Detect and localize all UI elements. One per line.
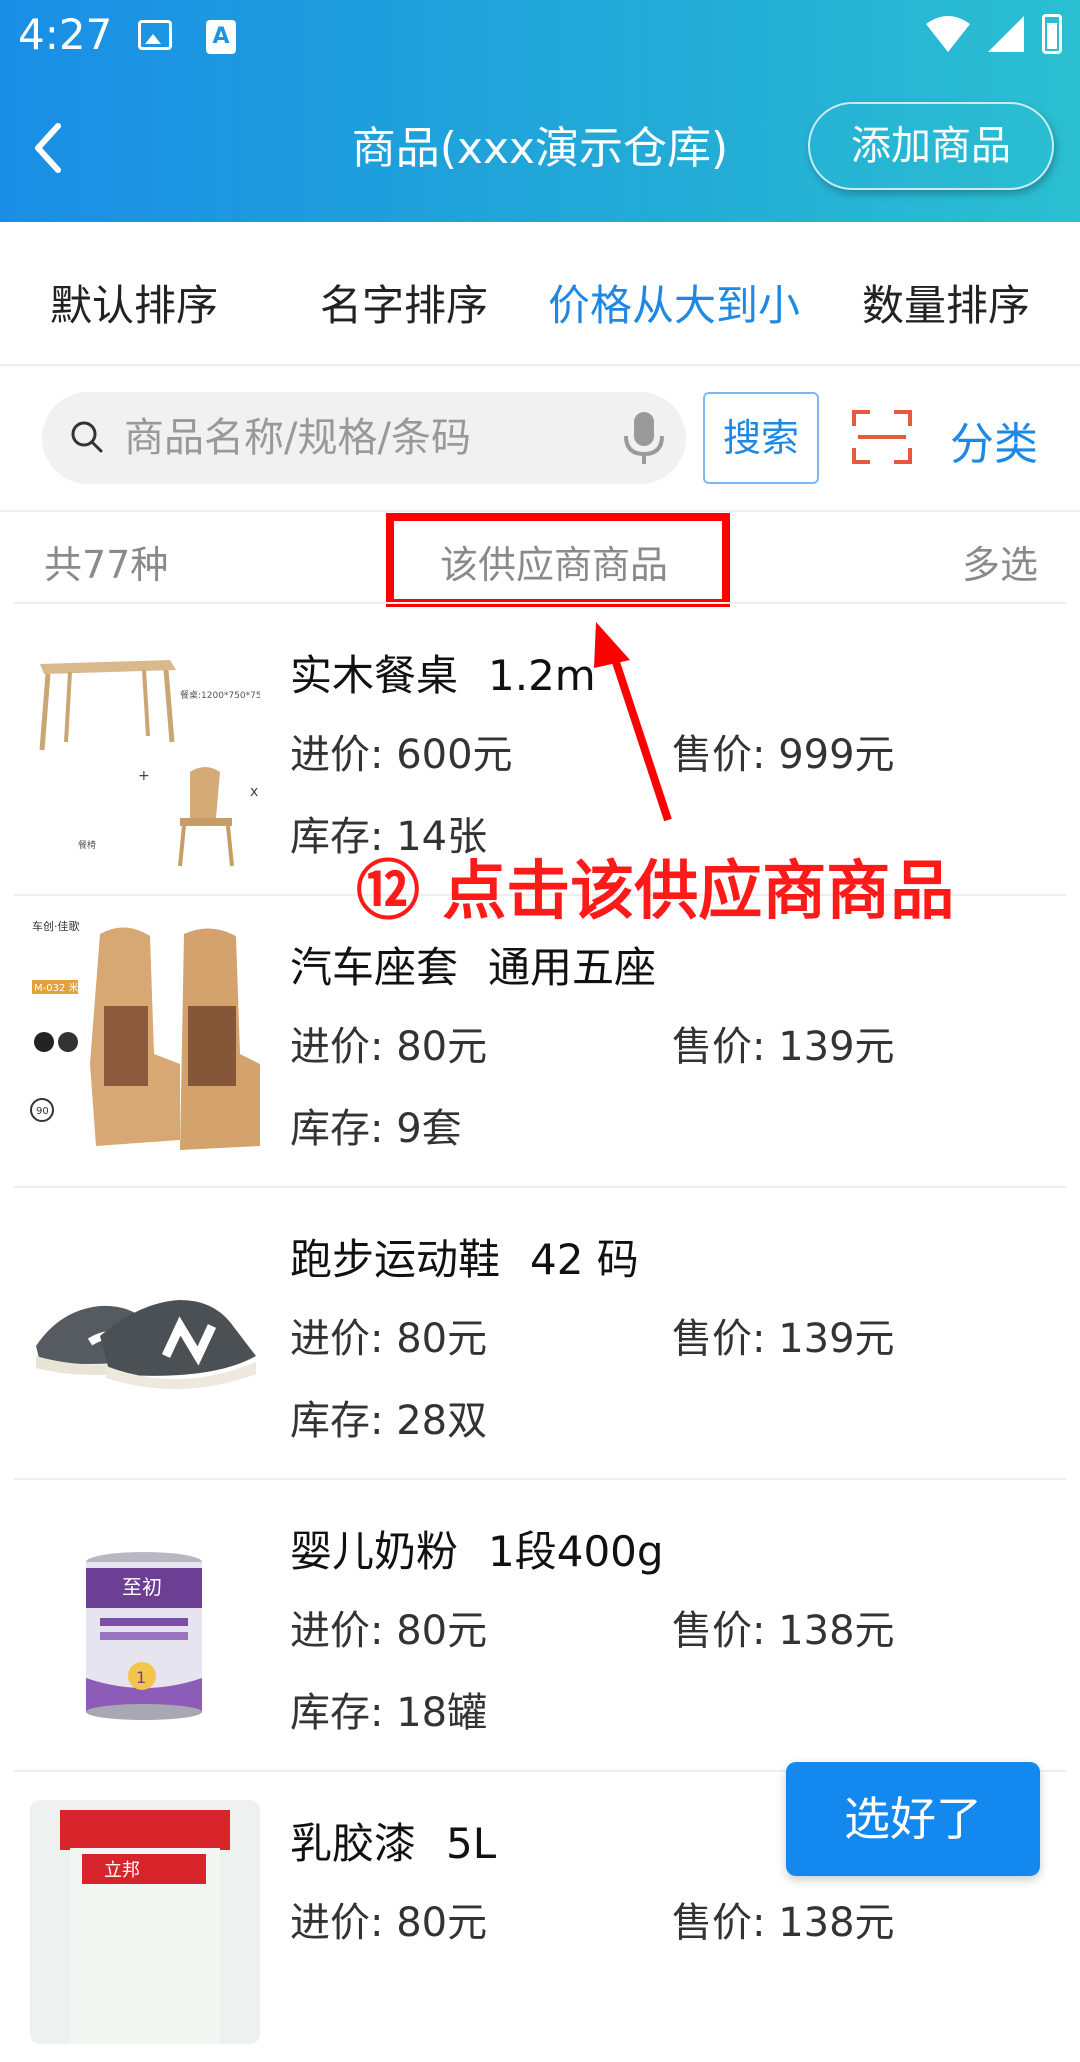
product-image-table: 餐桌:1200*750*750mm + x 餐椅: [30, 622, 260, 876]
status-icons: [926, 14, 1062, 54]
product-cost: 进价: 600元: [290, 732, 513, 778]
product-cost: 进价: 80元: [290, 1316, 488, 1362]
svg-text:车创·佳歌: 车创·佳歌: [32, 919, 80, 933]
product-stock: 库存: 18罐: [290, 1690, 488, 1736]
product-price: 售价: 138元: [672, 1900, 895, 1946]
done-button[interactable]: 选好了: [786, 1762, 1040, 1876]
microphone-icon[interactable]: [622, 410, 666, 466]
search-input[interactable]: [124, 392, 604, 484]
product-name: 跑步运动鞋 42 码: [290, 1235, 639, 1284]
product-cost: 进价: 80元: [290, 1900, 488, 1946]
app-notification-icon: A: [206, 20, 236, 54]
product-cost: 进价: 80元: [290, 1024, 488, 1070]
svg-text:x: x: [250, 784, 258, 800]
search-box[interactable]: [42, 392, 686, 484]
signal-icon: [988, 16, 1024, 52]
tab-default-sort[interactable]: 默认排序: [50, 272, 218, 333]
search-icon: [71, 421, 103, 453]
app-header: 4:27 A 商品(xxx演示仓库) 添加商品: [0, 0, 1080, 222]
list-item[interactable]: 至初 1 婴儿奶粉 1段400g 进价: 80元 售价: 138元 库存: 18罐: [14, 1478, 1066, 1770]
svg-text:1: 1: [136, 1668, 146, 1687]
search-row: 搜索 分类: [0, 364, 1080, 512]
svg-text:90: 90: [36, 1106, 49, 1117]
tab-name-sort[interactable]: 名字排序: [320, 272, 488, 333]
product-image-caption: 餐桌:1200*750*750mm: [180, 689, 260, 701]
product-image-running-shoes: [30, 1206, 260, 1460]
multi-select-button[interactable]: 多选: [962, 534, 1038, 589]
scan-icon[interactable]: [852, 408, 912, 466]
product-cost: 进价: 80元: [290, 1608, 488, 1654]
product-image-caption: 至初: [122, 1575, 162, 1599]
status-time: 4:27: [18, 10, 113, 59]
product-image-caption: 立邦: [104, 1860, 140, 1881]
annotation-text: ⑫ 点击该供应商商品: [356, 855, 955, 929]
product-price: 售价: 139元: [672, 1316, 895, 1362]
search-button[interactable]: 搜索: [703, 392, 819, 484]
list-item[interactable]: 车创·佳歌 M-032 米色 90 汽车座套 通用五座 进价: 80元 售价: 1…: [14, 894, 1066, 1186]
product-image-latex-paint: 立邦: [30, 1790, 260, 2044]
product-image-car-seat: 车创·佳歌 M-032 米色 90: [30, 914, 260, 1168]
product-count: 共77种: [44, 543, 169, 587]
annotation-highlight-box: [386, 513, 730, 607]
product-price: 售价: 138元: [672, 1608, 895, 1654]
gallery-icon: [138, 20, 172, 50]
product-price: 售价: 999元: [672, 732, 895, 778]
product-stock: 库存: 9套: [290, 1106, 462, 1152]
tab-price-desc-sort[interactable]: 价格从大到小: [548, 272, 800, 333]
product-price: 售价: 139元: [672, 1024, 895, 1070]
product-name: 婴儿奶粉 1段400g: [290, 1527, 664, 1576]
product-name: 实木餐桌 1.2m: [290, 651, 596, 700]
svg-text:餐椅: 餐椅: [78, 839, 96, 851]
product-image-caption: M-032 米色: [34, 981, 89, 994]
product-stock: 库存: 28双: [290, 1398, 488, 1444]
svg-text:+: +: [138, 768, 150, 784]
sort-tabs: 默认排序 名字排序 价格从大到小 数量排序: [0, 222, 1080, 366]
product-image-milk-powder: 至初 1: [30, 1498, 260, 1752]
tab-quantity-sort[interactable]: 数量排序: [862, 272, 1030, 333]
battery-icon: [1042, 14, 1062, 54]
wifi-icon: [926, 16, 970, 52]
product-name: 汽车座套 通用五座: [290, 943, 657, 992]
list-item[interactable]: 跑步运动鞋 42 码 进价: 80元 售价: 139元 库存: 28双: [14, 1186, 1066, 1478]
category-button[interactable]: 分类: [950, 408, 1038, 472]
product-name: 乳胶漆 5L: [290, 1819, 497, 1868]
add-product-button[interactable]: 添加商品: [808, 102, 1054, 190]
